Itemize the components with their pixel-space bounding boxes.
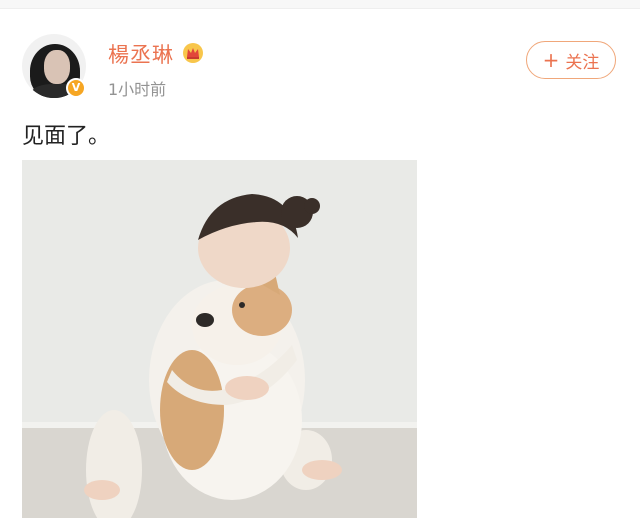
verified-badge-icon: V [66, 78, 86, 98]
top-divider [0, 0, 640, 9]
post-text: 见面了。 [22, 124, 111, 149]
follow-button[interactable]: + 关注 [526, 41, 616, 79]
post-photo[interactable] [22, 160, 417, 518]
follow-label: 关注 [565, 52, 600, 73]
post-timestamp[interactable]: 1小时前 [108, 76, 166, 100]
plus-icon: + [542, 48, 560, 72]
username[interactable]: 楊丞琳 [108, 39, 174, 69]
photo-illustration [22, 160, 417, 518]
crown-icon [183, 43, 203, 63]
